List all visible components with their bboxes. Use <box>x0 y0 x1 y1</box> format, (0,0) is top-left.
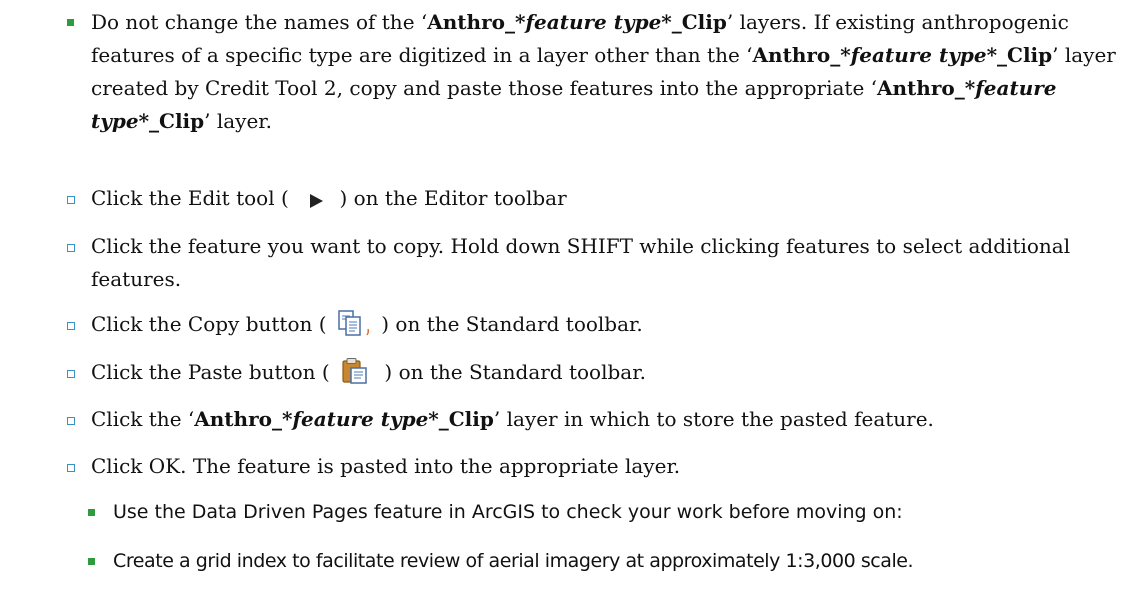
edit-pre: Click the Edit tool ( <box>91 186 289 210</box>
copy-pre: Click the Copy button ( <box>91 312 327 336</box>
copy-icon <box>333 309 375 337</box>
layer-name-prefix: Anthro_* <box>752 43 851 67</box>
paste-icon <box>336 357 378 385</box>
hollow-bullet <box>67 196 75 204</box>
layer-name-prefix: Anthro_* <box>877 76 976 100</box>
grid-index-text: Create a grid index to facilitate review… <box>113 550 914 572</box>
hollow-bullet <box>67 244 75 252</box>
edit-tool-arrow-icon <box>295 188 333 208</box>
step-select-text: Click the feature you want to copy. Hold… <box>91 234 1071 291</box>
layer-post: ’ layer in which to store the pasted fea… <box>493 407 934 431</box>
step-ok-text: Click OK. The feature is pasted into the… <box>91 454 681 478</box>
intro-s1: Do not change the names of the ‘ <box>91 10 428 34</box>
layer-name-suffix: *_Clip <box>661 10 727 34</box>
layer-name-type: feature type <box>850 43 987 67</box>
intro-text: Do not change the names of the ‘Anthro_*… <box>91 6 1131 138</box>
hollow-bullet <box>67 464 75 472</box>
hollow-bullet <box>67 322 75 330</box>
layer-pre: Click the ‘ <box>91 407 195 431</box>
square-bullet <box>88 509 95 516</box>
hollow-bullet <box>67 417 75 425</box>
paste-pre: Click the Paste button ( <box>91 360 330 384</box>
step-copy-text: Click the Copy button ( ) on the Standar… <box>91 308 643 341</box>
layer-name-suffix: *_Clip <box>138 109 205 133</box>
layer-name-type: feature type <box>292 407 429 431</box>
layer-name-prefix: Anthro_* <box>427 10 526 34</box>
paste-post: ) on the Standard toolbar. <box>384 360 646 384</box>
square-bullet <box>67 19 74 26</box>
step-edit-text: Click the Edit tool ( ) on the Editor to… <box>91 182 567 215</box>
layer-name-prefix: Anthro_* <box>194 407 293 431</box>
edit-post: ) on the Editor toolbar <box>339 186 567 210</box>
step-layer-text: Click the ‘Anthro_*feature type*_Clip’ l… <box>91 403 934 436</box>
layer-name-suffix: *_Clip <box>986 43 1053 67</box>
intro-s4: ’ layer. <box>204 109 273 133</box>
square-bullet <box>88 558 95 565</box>
hollow-bullet <box>67 370 75 378</box>
layer-name-suffix: *_Clip <box>428 407 494 431</box>
step-paste-text: Click the Paste button ( ) on the Standa… <box>91 356 646 389</box>
copy-post: ) on the Standard toolbar. <box>381 312 643 336</box>
layer-name-type: feature type <box>525 10 662 34</box>
data-driven-text: Use the Data Driven Pages feature in Arc… <box>113 501 903 523</box>
